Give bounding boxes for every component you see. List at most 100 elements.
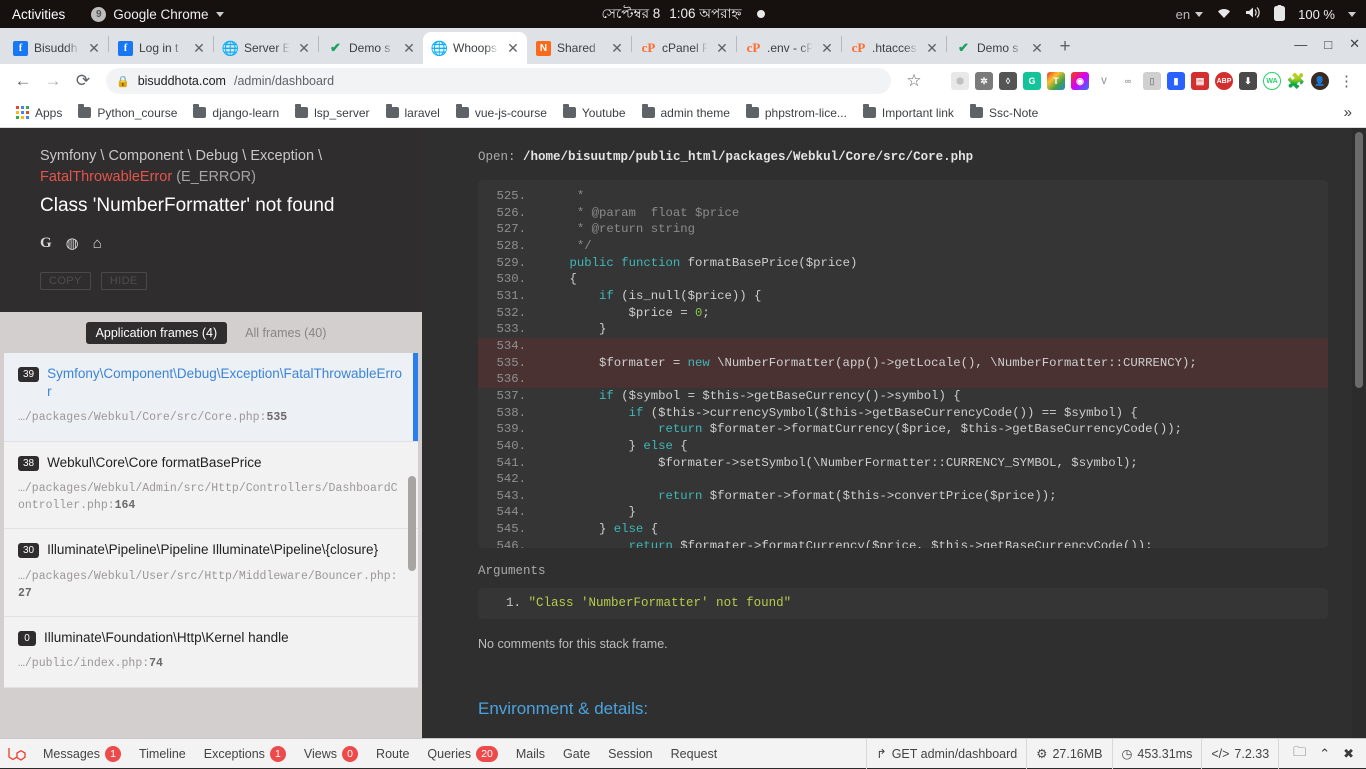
back-button[interactable]: ← (8, 66, 38, 96)
debugbar-tab[interactable]: Views0 (295, 739, 367, 769)
debugbar-tab[interactable]: Messages1 (34, 739, 130, 769)
bookmark-item[interactable]: Youtube (555, 103, 634, 123)
activities-button[interactable]: Activities (12, 7, 65, 22)
google-icon[interactable]: G (40, 235, 52, 252)
clipboard-icon[interactable]: ▯ (1143, 72, 1161, 90)
bookmark-item[interactable]: django-learn (185, 103, 287, 123)
debugbar-memory[interactable]: ⚙ 27.16MB (1026, 739, 1111, 769)
forward-button[interactable]: → (38, 66, 68, 96)
debugbar-tab[interactable]: Exceptions1 (195, 739, 295, 769)
gnome-system-menu[interactable]: en 100 % (1176, 0, 1356, 28)
reload-button[interactable]: ⟳ (68, 66, 98, 96)
bookmark-item[interactable]: Apps (8, 103, 70, 123)
pocket-icon[interactable]: ▮ (1167, 72, 1185, 90)
debugbar-tab[interactable]: Queries20 (418, 739, 506, 769)
close-debugbar-icon[interactable]: ✖ (1343, 746, 1354, 762)
bookmark-item[interactable]: Python_course (70, 103, 185, 123)
grammarly-icon[interactable]: G (1023, 72, 1041, 90)
adblock-plus-icon[interactable]: ABP (1215, 72, 1233, 90)
bookmarks-overflow-button[interactable]: » (1344, 104, 1358, 121)
colorpicker-icon[interactable]: T (1047, 72, 1065, 90)
browser-tab[interactable]: cPcPanel F✕ (632, 32, 736, 64)
browser-tab[interactable]: ✔Demo s✕ (319, 32, 423, 64)
browser-tab[interactable]: cP.htacces✕ (842, 32, 946, 64)
extension-tag-icon[interactable]: ◊ (999, 72, 1017, 90)
dictionary-icon[interactable]: ▤ (1191, 72, 1209, 90)
stackoverflow-icon[interactable]: ⌂ (93, 235, 102, 252)
browser-tab-active[interactable]: 🌐Whoops✕ (423, 32, 527, 64)
folder-icon (746, 107, 759, 118)
folder-icon (563, 107, 576, 118)
extension-gear-icon[interactable]: ✲ (975, 72, 993, 90)
debugbar-php-version[interactable]: </> 7.2.33 (1201, 739, 1278, 769)
bookmark-item[interactable]: vue-js-course (448, 103, 555, 123)
close-tab-icon[interactable]: ✕ (1029, 40, 1045, 57)
copy-button[interactable]: COPY (40, 272, 91, 290)
bookmark-item[interactable]: admin theme (634, 103, 738, 123)
extensions-puzzle-icon[interactable]: 🧩 (1287, 72, 1305, 90)
chrome-menu-button[interactable]: ⋮ (1335, 72, 1358, 90)
browser-tab[interactable]: fBisuddh✕ (4, 32, 108, 64)
page-scrollbar[interactable] (1352, 128, 1366, 768)
close-window-button[interactable]: ✕ (1349, 36, 1360, 52)
browser-tab[interactable]: ✔Demo s✕ (947, 32, 1051, 64)
close-tab-icon[interactable]: ✕ (505, 40, 521, 57)
app-menu-chrome[interactable]: 9 Google Chrome (91, 7, 223, 22)
close-tab-icon[interactable]: ✕ (819, 40, 835, 57)
duckduckgo-icon[interactable]: ◍ (66, 234, 79, 252)
close-tab-icon[interactable]: ✕ (296, 40, 312, 57)
stack-frame-item[interactable]: 38Webkul\Core\Core formatBasePrice…/pack… (4, 442, 418, 530)
environment-details-heading[interactable]: Environment & details: (478, 699, 1328, 719)
close-tab-icon[interactable]: ✕ (191, 40, 207, 57)
chevron-up-icon[interactable]: ⌃ (1319, 746, 1330, 762)
debugbar-request[interactable]: ↱ GET admin/dashboard (866, 739, 1026, 769)
stack-frame-item[interactable]: 30Illuminate\Pipeline\Pipeline Illuminat… (4, 529, 418, 617)
debugbar-tab[interactable]: Session (599, 739, 661, 769)
close-tab-icon[interactable]: ✕ (86, 40, 102, 57)
folder-open-icon[interactable]: 🗀 (1293, 743, 1306, 765)
address-bar[interactable]: 🔒 bisuddhota.com/admin/dashboard (106, 68, 891, 94)
bookmark-item[interactable]: lsp_server (287, 103, 377, 123)
avatar[interactable]: 👤 (1311, 72, 1329, 90)
close-tab-icon[interactable]: ✕ (609, 40, 625, 57)
code-line-text (540, 371, 1328, 388)
download-manager-icon[interactable]: ⬇ (1239, 72, 1257, 90)
bookmark-item[interactable]: Ssc-Note (962, 103, 1046, 123)
vue-devtools-icon[interactable]: V (1095, 72, 1113, 90)
folder-icon (193, 107, 206, 118)
maximize-button[interactable]: □ (1324, 37, 1332, 52)
browser-tab[interactable]: fLog in t✕ (109, 32, 213, 64)
debugbar-tab[interactable]: Gate (554, 739, 599, 769)
extension-icon-1[interactable]: ⬢ (951, 72, 969, 90)
frames-tab[interactable]: All frames (40) (235, 322, 336, 344)
bookmark-item[interactable]: laravel (378, 103, 448, 123)
bookmark-star-icon[interactable]: ☆ (899, 66, 929, 96)
debugbar-tab[interactable]: Route (367, 739, 418, 769)
keyboard-layout-indicator[interactable]: en (1176, 7, 1203, 22)
hide-button[interactable]: HIDE (101, 272, 147, 290)
close-tab-icon[interactable]: ✕ (924, 40, 940, 57)
link-icon[interactable]: ∞ (1119, 72, 1137, 90)
screen-recorder-icon[interactable]: ◉ (1071, 72, 1089, 90)
code-line: 536. (478, 371, 1328, 388)
browser-tab[interactable]: NShared✕ (527, 32, 631, 64)
bookmark-item[interactable]: phpstrom-lice... (738, 103, 855, 123)
debugbar-time[interactable]: ◷ 453.31ms (1112, 739, 1202, 769)
debugbar-tab[interactable]: Timeline (130, 739, 195, 769)
close-tab-icon[interactable]: ✕ (714, 40, 730, 57)
new-tab-button[interactable]: + (1051, 33, 1079, 61)
frames-tab[interactable]: Application frames (4) (86, 322, 228, 344)
bookmark-item[interactable]: Important link (855, 103, 962, 123)
bookmark-label: lsp_server (314, 106, 369, 120)
minimize-button[interactable]: — (1294, 37, 1307, 52)
browser-tab[interactable]: 🌐Server E✕ (214, 32, 318, 64)
source-code-block[interactable]: 525. *526. * @param float $price527. * @… (478, 180, 1328, 548)
frames-scrollbar[interactable] (408, 476, 417, 768)
whatsapp-icon[interactable]: WA (1263, 72, 1281, 90)
stack-frame-item[interactable]: 39Symfony\Component\Debug\Exception\Fata… (4, 353, 418, 442)
browser-tab[interactable]: cP.env - cP✕ (737, 32, 841, 64)
debugbar-tab[interactable]: Mails (507, 739, 554, 769)
close-tab-icon[interactable]: ✕ (401, 40, 417, 57)
stack-frame-item[interactable]: 0Illuminate\Foundation\Http\Kernel handl… (4, 617, 418, 687)
debugbar-tab[interactable]: Request (662, 739, 727, 769)
